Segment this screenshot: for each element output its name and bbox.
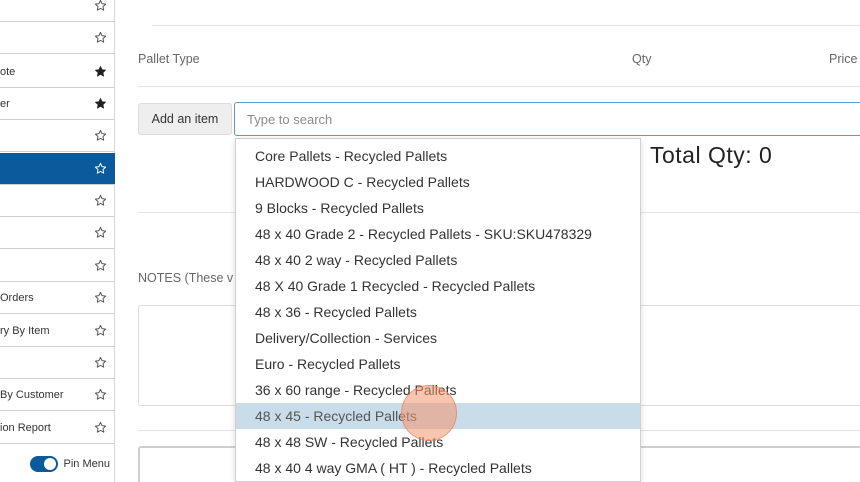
sidebar-item[interactable] [0,22,115,54]
star-icon[interactable] [93,226,107,240]
pin-menu[interactable]: Pin Menu [0,446,115,482]
sidebar-item[interactable]: ote [0,56,115,88]
sidebar-item-label: ote [0,65,16,78]
col-price: Price [829,52,858,66]
sidebar-item-label: Orders [0,291,34,304]
pin-menu-label: Pin Menu [63,458,110,470]
sidebar-item[interactable] [0,217,115,249]
item-search-input[interactable] [234,102,860,136]
col-qty: Qty [632,52,652,66]
add-item-button[interactable]: Add an item [138,103,232,135]
sidebar-item[interactable]: By Customer [0,379,115,411]
dropdown-option[interactable]: Delivery/Collection - Services [236,325,640,351]
star-icon[interactable] [93,421,107,435]
dropdown-option[interactable]: 9 Blocks - Recycled Pallets [236,195,640,221]
dropdown-option[interactable]: 48 x 40 4 way GMA ( HT ) - Recycled Pall… [236,455,640,481]
item-search-dropdown[interactable]: Core Pallets - Recycled Pallets HARDWOOD … [235,138,641,482]
sidebar-item[interactable] [0,153,115,185]
sidebar-item[interactable]: er [0,88,115,120]
sidebar: ote er Orders ry By Item By Customer ion Repo… [0,0,115,482]
pin-menu-toggle[interactable] [29,456,58,472]
dropdown-option[interactable]: HARDWOOD C - Recycled Pallets [236,169,640,195]
divider [152,25,860,26]
star-icon[interactable] [93,0,107,13]
dropdown-option[interactable]: 48 x 45 - Recycled Pallets [236,403,640,429]
star-icon[interactable] [93,259,107,273]
divider [138,86,860,87]
sidebar-item[interactable] [0,185,115,217]
star-filled-icon[interactable] [93,65,107,79]
sidebar-item-label: ion Report [0,421,51,434]
star-icon[interactable] [93,129,107,143]
star-filled-icon[interactable] [93,97,107,111]
sidebar-item[interactable]: ry By Item [0,315,115,347]
dropdown-option[interactable]: 48 x 48 SW - Recycled Pallets [236,429,640,455]
star-icon[interactable] [93,194,107,208]
dropdown-option[interactable]: 48 x 36 - Recycled Pallets [236,299,640,325]
dropdown-option[interactable]: 48 X 40 Grade 1 Recycled - Recycled Pall… [236,273,640,299]
dropdown-option[interactable]: 48 x 40 2 way - Recycled Pallets [236,247,640,273]
total-qty: Total Qty: 0 [650,142,773,168]
star-icon[interactable] [93,291,107,305]
dropdown-option[interactable]: 36 x 60 range - Recycled Pallets [236,377,640,403]
dropdown-option[interactable]: 48 x 40 Grade 2 - Recycled Pallets - SKU… [236,221,640,247]
col-pallet-type: Pallet Type [138,52,200,66]
sidebar-item[interactable] [0,250,115,282]
star-icon[interactable] [93,31,107,45]
star-icon[interactable] [93,162,107,176]
sidebar-item[interactable] [0,347,115,379]
sidebar-item[interactable] [0,0,115,22]
sidebar-item[interactable]: ion Report [0,412,115,444]
sidebar-item-label: ry By Item [0,324,50,337]
sidebar-item[interactable] [0,120,115,152]
sidebar-item[interactable]: Orders [0,282,115,314]
star-icon[interactable] [93,324,107,338]
star-icon[interactable] [93,356,107,370]
star-icon[interactable] [93,388,107,402]
sidebar-item-label: By Customer [0,388,64,401]
notes-label: NOTES (These v [138,271,234,285]
dropdown-option[interactable]: Core Pallets - Recycled Pallets [236,143,640,169]
dropdown-option[interactable]: Euro - Recycled Pallets [236,351,640,377]
sidebar-item-label: er [0,97,10,110]
